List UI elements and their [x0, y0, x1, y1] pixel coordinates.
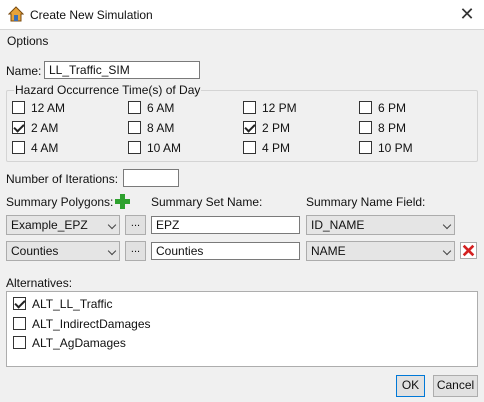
- checkbox-10am[interactable]: [128, 141, 141, 154]
- checkbox-label: 4 AM: [31, 141, 59, 155]
- alternative-checkbox[interactable]: [13, 336, 26, 349]
- name-field-select[interactable]: NAME: [306, 241, 455, 261]
- checkbox-8pm[interactable]: [359, 121, 372, 134]
- delete-row-icon[interactable]: [460, 242, 477, 259]
- checkbox-6pm[interactable]: [359, 101, 372, 114]
- checkbox-label: 4 PM: [262, 141, 291, 155]
- ok-button[interactable]: OK: [396, 375, 425, 397]
- name-input[interactable]: LL_Traffic_SIM: [44, 61, 200, 79]
- list-item: ALT_IndirectDamages: [32, 317, 151, 331]
- checkbox-6am[interactable]: [128, 101, 141, 114]
- alternatives-label: Alternatives:: [6, 276, 73, 290]
- close-icon[interactable]: ✕: [458, 4, 476, 24]
- iterations-label: Number of Iterations:: [6, 172, 119, 186]
- chevron-down-icon: [442, 246, 452, 256]
- polygon-select-value: Counties: [11, 244, 59, 258]
- alternative-checkbox[interactable]: [13, 317, 26, 330]
- checkbox-label: 10 AM: [147, 141, 182, 155]
- chevron-down-icon: [107, 220, 117, 230]
- set-name-input[interactable]: EPZ: [151, 216, 300, 234]
- name-field-select[interactable]: ID_NAME: [306, 215, 455, 235]
- menu-options[interactable]: Options: [7, 34, 48, 48]
- checkbox-label: 10 PM: [378, 141, 413, 155]
- polygon-select-value: Example_EPZ: [11, 218, 88, 232]
- checkbox-8am[interactable]: [128, 121, 141, 134]
- checkbox-2pm[interactable]: [243, 121, 256, 134]
- checkbox-4pm[interactable]: [243, 141, 256, 154]
- hazard-group-title: Hazard Occurrence Time(s) of Day: [14, 83, 202, 97]
- checkbox-label: 8 AM: [147, 121, 175, 135]
- cancel-button[interactable]: Cancel: [433, 375, 478, 397]
- list-item: ALT_AgDamages: [32, 336, 126, 350]
- summary-set-name-label: Summary Set Name:: [151, 195, 263, 209]
- checkbox-2am[interactable]: [12, 121, 25, 134]
- checkbox-label: 6 AM: [147, 101, 175, 115]
- checkbox-label: 12 AM: [31, 101, 66, 115]
- list-item: ALT_LL_Traffic: [32, 297, 113, 311]
- polygon-select[interactable]: Example_EPZ: [6, 215, 120, 235]
- title-bar: Create New Simulation ✕: [0, 0, 484, 30]
- checkbox-label: 2 AM: [31, 121, 59, 135]
- polygon-select[interactable]: Counties: [6, 241, 120, 261]
- menu-bar: Options: [0, 31, 484, 51]
- checkbox-label: 2 PM: [262, 121, 291, 135]
- checkbox-12pm[interactable]: [243, 101, 256, 114]
- app-house-icon: [8, 6, 24, 22]
- checkbox-4am[interactable]: [12, 141, 25, 154]
- summary-polygons-label: Summary Polygons:: [6, 195, 114, 209]
- checkbox-label: 8 PM: [378, 121, 407, 135]
- iterations-input[interactable]: [123, 169, 179, 187]
- chevron-down-icon: [442, 220, 452, 230]
- window-title: Create New Simulation: [30, 8, 153, 22]
- checkbox-12am[interactable]: [12, 101, 25, 114]
- checkbox-label: 6 PM: [378, 101, 407, 115]
- summary-name-field-label: Summary Name Field:: [306, 195, 426, 209]
- chevron-down-icon: [107, 246, 117, 256]
- checkbox-10pm[interactable]: [359, 141, 372, 154]
- add-polygon-icon[interactable]: [114, 193, 131, 210]
- browse-button[interactable]: ...: [125, 215, 146, 235]
- name-field-select-value: NAME: [311, 244, 346, 258]
- browse-button[interactable]: ...: [125, 241, 146, 261]
- name-label: Name:: [6, 64, 42, 78]
- name-field-select-value: ID_NAME: [311, 218, 365, 232]
- alternative-checkbox[interactable]: [13, 297, 26, 310]
- set-name-input[interactable]: Counties: [151, 242, 300, 260]
- checkbox-label: 12 PM: [262, 101, 297, 115]
- alternatives-list: ALT_LL_Traffic ALT_IndirectDamages ALT_A…: [6, 291, 478, 367]
